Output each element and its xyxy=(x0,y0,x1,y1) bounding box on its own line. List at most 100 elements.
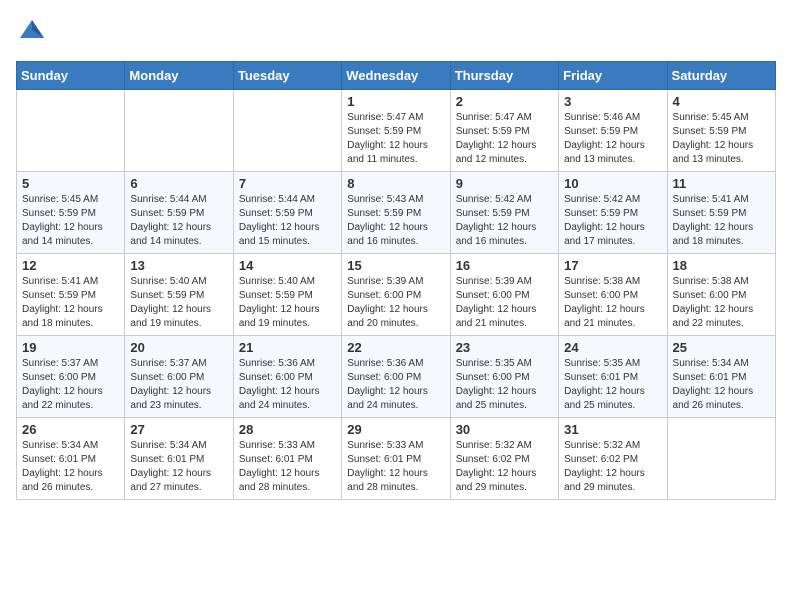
day-info: Sunrise: 5:33 AM Sunset: 6:01 PM Dayligh… xyxy=(239,439,336,495)
day-info: Sunrise: 5:38 AM Sunset: 6:00 PM Dayligh… xyxy=(564,275,661,331)
day-number: 13 xyxy=(130,258,227,273)
day-info: Sunrise: 5:44 AM Sunset: 5:59 PM Dayligh… xyxy=(130,193,227,249)
day-info: Sunrise: 5:36 AM Sunset: 6:00 PM Dayligh… xyxy=(347,357,444,413)
day-number: 17 xyxy=(564,258,661,273)
day-info: Sunrise: 5:47 AM Sunset: 5:59 PM Dayligh… xyxy=(456,111,553,167)
day-info: Sunrise: 5:37 AM Sunset: 6:00 PM Dayligh… xyxy=(130,357,227,413)
calendar-cell: 22 Sunrise: 5:36 AM Sunset: 6:00 PM Dayli… xyxy=(342,336,450,418)
day-info: Sunrise: 5:45 AM Sunset: 5:59 PM Dayligh… xyxy=(22,193,119,249)
day-info: Sunrise: 5:42 AM Sunset: 5:59 PM Dayligh… xyxy=(456,193,553,249)
day-number: 21 xyxy=(239,340,336,355)
calendar-cell: 10 Sunrise: 5:42 AM Sunset: 5:59 PM Dayli… xyxy=(559,172,667,254)
day-info: Sunrise: 5:33 AM Sunset: 6:01 PM Dayligh… xyxy=(347,439,444,495)
day-info: Sunrise: 5:32 AM Sunset: 6:02 PM Dayligh… xyxy=(456,439,553,495)
day-number: 26 xyxy=(22,422,119,437)
calendar-cell: 30 Sunrise: 5:32 AM Sunset: 6:02 PM Dayli… xyxy=(450,418,558,500)
day-info: Sunrise: 5:43 AM Sunset: 5:59 PM Dayligh… xyxy=(347,193,444,249)
day-number: 9 xyxy=(456,176,553,191)
day-info: Sunrise: 5:47 AM Sunset: 5:59 PM Dayligh… xyxy=(347,111,444,167)
day-number: 24 xyxy=(564,340,661,355)
day-number: 16 xyxy=(456,258,553,273)
calendar-cell: 12 Sunrise: 5:41 AM Sunset: 5:59 PM Dayli… xyxy=(17,254,125,336)
calendar-cell: 6 Sunrise: 5:44 AM Sunset: 5:59 PM Daylig… xyxy=(125,172,233,254)
day-number: 20 xyxy=(130,340,227,355)
logo xyxy=(16,16,46,49)
day-info: Sunrise: 5:41 AM Sunset: 5:59 PM Dayligh… xyxy=(673,193,770,249)
calendar-cell: 29 Sunrise: 5:33 AM Sunset: 6:01 PM Dayli… xyxy=(342,418,450,500)
day-info: Sunrise: 5:34 AM Sunset: 6:01 PM Dayligh… xyxy=(22,439,119,495)
calendar-cell: 9 Sunrise: 5:42 AM Sunset: 5:59 PM Daylig… xyxy=(450,172,558,254)
calendar-cell xyxy=(667,418,775,500)
calendar-cell: 25Sunrise: 5:34 AM Sunset: 6:01 PM Dayli… xyxy=(667,336,775,418)
day-info: Sunrise: 5:38 AM Sunset: 6:00 PM Dayligh… xyxy=(673,275,770,331)
day-info: Sunrise: 5:37 AM Sunset: 6:00 PM Dayligh… xyxy=(22,357,119,413)
day-number: 7 xyxy=(239,176,336,191)
calendar-cell: 8 Sunrise: 5:43 AM Sunset: 5:59 PM Daylig… xyxy=(342,172,450,254)
calendar-cell: 31 Sunrise: 5:32 AM Sunset: 6:02 PM Dayli… xyxy=(559,418,667,500)
day-number: 31 xyxy=(564,422,661,437)
calendar-cell: 28 Sunrise: 5:33 AM Sunset: 6:01 PM Dayli… xyxy=(233,418,341,500)
day-info: Sunrise: 5:36 AM Sunset: 6:00 PM Dayligh… xyxy=(239,357,336,413)
calendar-cell: 20 Sunrise: 5:37 AM Sunset: 6:00 PM Dayli… xyxy=(125,336,233,418)
day-info: Sunrise: 5:32 AM Sunset: 6:02 PM Dayligh… xyxy=(564,439,661,495)
day-info: Sunrise: 5:44 AM Sunset: 5:59 PM Dayligh… xyxy=(239,193,336,249)
weekday-header-saturday: Saturday xyxy=(667,62,775,90)
day-info: Sunrise: 5:41 AM Sunset: 5:59 PM Dayligh… xyxy=(22,275,119,331)
calendar-cell xyxy=(125,90,233,172)
day-number: 19 xyxy=(22,340,119,355)
day-number: 10 xyxy=(564,176,661,191)
weekday-header-friday: Friday xyxy=(559,62,667,90)
weekday-header-monday: Monday xyxy=(125,62,233,90)
calendar-cell: 24 Sunrise: 5:35 AM Sunset: 6:01 PM Dayli… xyxy=(559,336,667,418)
day-number: 6 xyxy=(130,176,227,191)
calendar-cell: 17 Sunrise: 5:38 AM Sunset: 6:00 PM Dayli… xyxy=(559,254,667,336)
day-info: Sunrise: 5:40 AM Sunset: 5:59 PM Dayligh… xyxy=(239,275,336,331)
day-number: 22 xyxy=(347,340,444,355)
logo-icon xyxy=(18,16,46,44)
calendar-cell: 11 Sunrise: 5:41 AM Sunset: 5:59 PM Dayli… xyxy=(667,172,775,254)
calendar-cell: 27Sunrise: 5:34 AM Sunset: 6:01 PM Dayli… xyxy=(125,418,233,500)
calendar-cell: 15Sunrise: 5:39 AM Sunset: 6:00 PM Dayli… xyxy=(342,254,450,336)
day-number: 12 xyxy=(22,258,119,273)
calendar-cell: 4 Sunrise: 5:45 AM Sunset: 5:59 PM Daylig… xyxy=(667,90,775,172)
calendar-cell: 7 Sunrise: 5:44 AM Sunset: 5:59 PM Daylig… xyxy=(233,172,341,254)
page-header xyxy=(16,16,776,49)
calendar-cell: 2 Sunrise: 5:47 AM Sunset: 5:59 PM Daylig… xyxy=(450,90,558,172)
day-number: 27 xyxy=(130,422,227,437)
calendar-cell: 5 Sunrise: 5:45 AM Sunset: 5:59 PM Daylig… xyxy=(17,172,125,254)
day-number: 30 xyxy=(456,422,553,437)
day-number: 1 xyxy=(347,94,444,109)
day-info: Sunrise: 5:35 AM Sunset: 6:01 PM Dayligh… xyxy=(564,357,661,413)
day-number: 23 xyxy=(456,340,553,355)
calendar-cell: 14 Sunrise: 5:40 AM Sunset: 5:59 PM Dayli… xyxy=(233,254,341,336)
calendar-cell: 13 Sunrise: 5:40 AM Sunset: 5:59 PM Dayli… xyxy=(125,254,233,336)
calendar-cell: 16 Sunrise: 5:39 AM Sunset: 6:00 PM Dayli… xyxy=(450,254,558,336)
weekday-header-thursday: Thursday xyxy=(450,62,558,90)
day-info: Sunrise: 5:40 AM Sunset: 5:59 PM Dayligh… xyxy=(130,275,227,331)
calendar-cell: 21 Sunrise: 5:36 AM Sunset: 6:00 PM Dayli… xyxy=(233,336,341,418)
day-number: 2 xyxy=(456,94,553,109)
day-number: 28 xyxy=(239,422,336,437)
calendar-cell: 23 Sunrise: 5:35 AM Sunset: 6:00 PM Dayli… xyxy=(450,336,558,418)
day-number: 11 xyxy=(673,176,770,191)
day-info: Sunrise: 5:45 AM Sunset: 5:59 PM Dayligh… xyxy=(673,111,770,167)
day-number: 29 xyxy=(347,422,444,437)
day-number: 18 xyxy=(673,258,770,273)
day-number: 3 xyxy=(564,94,661,109)
day-info: Sunrise: 5:39 AM Sunset: 6:00 PM Dayligh… xyxy=(456,275,553,331)
calendar-cell: 26 Sunrise: 5:34 AM Sunset: 6:01 PM Dayli… xyxy=(17,418,125,500)
calendar-cell xyxy=(17,90,125,172)
calendar-table: SundayMondayTuesdayWednesdayThursdayFrid… xyxy=(16,61,776,500)
weekday-header-tuesday: Tuesday xyxy=(233,62,341,90)
day-number: 25 xyxy=(673,340,770,355)
day-info: Sunrise: 5:39 AM Sunset: 6:00 PM Dayligh… xyxy=(347,275,444,331)
day-number: 5 xyxy=(22,176,119,191)
day-info: Sunrise: 5:46 AM Sunset: 5:59 PM Dayligh… xyxy=(564,111,661,167)
day-info: Sunrise: 5:42 AM Sunset: 5:59 PM Dayligh… xyxy=(564,193,661,249)
day-number: 14 xyxy=(239,258,336,273)
calendar-cell: 3 Sunrise: 5:46 AM Sunset: 5:59 PM Daylig… xyxy=(559,90,667,172)
day-number: 8 xyxy=(347,176,444,191)
day-info: Sunrise: 5:35 AM Sunset: 6:00 PM Dayligh… xyxy=(456,357,553,413)
day-number: 4 xyxy=(673,94,770,109)
weekday-header-wednesday: Wednesday xyxy=(342,62,450,90)
